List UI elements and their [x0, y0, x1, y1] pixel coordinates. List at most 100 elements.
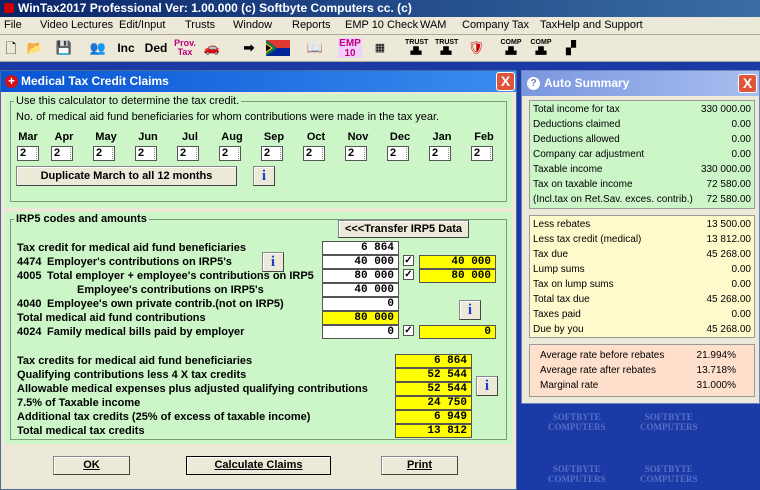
- calculate-claims-button[interactable]: Calculate Claims: [186, 456, 331, 475]
- checkbox-4005[interactable]: ✓: [403, 269, 414, 280]
- auto-summary-window: ? Auto Summary X Total income for tax 330…: [521, 70, 760, 404]
- info-button-4474[interactable]: i: [262, 252, 284, 272]
- menu-video-lectures[interactable]: Video Lectures: [40, 19, 113, 31]
- summary-label: Less tax credit (medical): [533, 234, 642, 245]
- open-folder-icon[interactable]: 📂: [25, 38, 45, 58]
- summary-rates-section: Average rate before rebates 21.994% Avera…: [529, 344, 755, 397]
- field-4474[interactable]: 40 000: [322, 255, 399, 269]
- summary-title-bar: ? Auto Summary: [522, 71, 759, 96]
- result-value-6: 13 812: [395, 424, 472, 438]
- total-contrib-label: Total medical aid fund contributions: [17, 312, 206, 324]
- medical-window-title: Medical Tax Credit Claims: [21, 74, 169, 88]
- trust-button-2[interactable]: TRUST ▟▙: [435, 38, 458, 58]
- save-icon[interactable]: 💾: [55, 38, 73, 58]
- info-button-months[interactable]: i: [253, 166, 275, 186]
- label-4040: Employee's own private contrib.(not on I…: [47, 298, 284, 310]
- month-select-feb[interactable]: 2: [471, 146, 493, 161]
- menu-emp10-check[interactable]: EMP 10 Check: [345, 19, 418, 31]
- month-value: 2: [432, 147, 439, 159]
- comp-button-1[interactable]: COMP ▟▙: [500, 38, 522, 58]
- duplicate-march-button[interactable]: Duplicate March to all 12 months: [16, 166, 237, 186]
- month-label-may: May: [95, 131, 117, 143]
- credit-field[interactable]: 6 864: [322, 241, 399, 255]
- info-button-results[interactable]: i: [476, 376, 498, 396]
- month-value: 2: [306, 147, 313, 159]
- summary-income-section: Total income for tax 330 000.00 Deduction…: [529, 100, 755, 209]
- month-select-jun[interactable]: 2: [135, 146, 157, 161]
- month-select-jan[interactable]: 2: [429, 146, 451, 161]
- field-4040[interactable]: 0: [322, 297, 399, 311]
- month-label-mar: Mar: [18, 131, 38, 143]
- new-file-icon[interactable]: 🗋: [3, 38, 19, 58]
- menu-taxhelp[interactable]: TaxHelp and Support: [540, 19, 643, 31]
- menu-edit-input[interactable]: Edit/Input: [119, 19, 165, 31]
- summary-row: Due by you 45 268.00: [533, 323, 751, 337]
- month-select-nov[interactable]: 2: [345, 146, 367, 161]
- deductions-button[interactable]: Ded: [143, 38, 169, 58]
- menu-window[interactable]: Window: [233, 19, 272, 31]
- result-label-5: Additional tax credits (25% of excess of…: [17, 411, 311, 423]
- menu-company-tax[interactable]: Company Tax: [462, 19, 529, 31]
- calculator-icon[interactable]: ▦: [370, 38, 390, 58]
- month-value: 2: [180, 147, 187, 159]
- summary-label: Due by you: [533, 324, 584, 335]
- ok-button[interactable]: OK: [53, 456, 130, 475]
- menu-reports[interactable]: Reports: [292, 19, 331, 31]
- medical-close-button[interactable]: X: [496, 72, 515, 91]
- people-icon[interactable]: 👥: [88, 38, 108, 58]
- emp10-button[interactable]: EMP 10: [338, 38, 362, 59]
- month-label-oct: Oct: [306, 131, 326, 143]
- trust-button-1[interactable]: TRUST ▟▙: [405, 38, 428, 58]
- month-select-dec[interactable]: 2: [387, 146, 409, 161]
- summary-value: 0.00: [731, 119, 751, 130]
- summary-value: 45 268.00: [706, 324, 752, 335]
- field-4024[interactable]: 0: [322, 325, 399, 339]
- month-select-apr[interactable]: 2: [51, 146, 73, 161]
- shield-icon[interactable]: 🛡: [466, 38, 486, 58]
- summary-row: Deductions claimed 0.00: [533, 118, 751, 132]
- sa-flag-icon[interactable]: [266, 38, 290, 58]
- month-select-mar[interactable]: 2: [17, 146, 39, 161]
- summary-close-button[interactable]: X: [738, 74, 757, 93]
- wm-line1: SOFTBYTE: [552, 412, 601, 422]
- checkbox-4024[interactable]: ✓: [403, 325, 414, 336]
- checkbox-4474[interactable]: ✓: [403, 255, 414, 266]
- menu-wam[interactable]: WAM: [420, 19, 446, 31]
- month-select-jul[interactable]: 2: [177, 146, 199, 161]
- result-label-4: 7.5% of Taxable income: [17, 397, 141, 409]
- car-icon[interactable]: 🚗: [201, 38, 223, 58]
- provisional-tax-button[interactable]: Prov. Tax: [174, 38, 196, 58]
- month-select-may[interactable]: 2: [93, 146, 115, 161]
- field-4005[interactable]: 80 000: [322, 269, 399, 283]
- code-4474: 4474: [17, 256, 42, 268]
- comp-button-2[interactable]: COMP ▟▙: [530, 38, 552, 58]
- month-select-aug[interactable]: 2: [219, 146, 241, 161]
- month-select-sep[interactable]: 2: [261, 146, 283, 161]
- summary-value: 72 580.00: [706, 194, 752, 205]
- info-button-4040[interactable]: i: [459, 300, 481, 320]
- summary-bulb-icon: ?: [527, 77, 540, 90]
- income-button[interactable]: Inc: [114, 38, 138, 58]
- summary-value: 31.000%: [696, 380, 736, 391]
- building-icon[interactable]: ▞: [560, 38, 582, 58]
- summary-value: 72 580.00: [706, 179, 752, 190]
- month-label-aug: Aug: [221, 131, 243, 143]
- code-4040: 4040: [17, 298, 42, 310]
- label-4474: Employer's contributions on IRP5's: [47, 256, 232, 268]
- menu-file[interactable]: File: [4, 19, 22, 31]
- book-icon[interactable]: 📖: [304, 38, 326, 58]
- total-contrib-field: 80 000: [322, 311, 399, 325]
- menu-trusts[interactable]: Trusts: [185, 19, 215, 31]
- beneficiaries-panel: Use this calculator to determine the tax…: [5, 94, 512, 208]
- arrow-right-icon[interactable]: ➡: [240, 38, 258, 58]
- yellow-field-4005: 80 000: [419, 269, 496, 283]
- transfer-irp5-button[interactable]: <<<Transfer IRP5 Data: [338, 220, 469, 238]
- month-label-apr: Apr: [54, 131, 74, 143]
- summary-value: 13 812.00: [706, 234, 752, 245]
- month-select-oct[interactable]: 2: [303, 146, 325, 161]
- print-button[interactable]: Print: [381, 456, 458, 475]
- summary-row: Marginal rate 31.000%: [540, 379, 736, 393]
- summary-row: Company car adjustment 0.00: [533, 148, 751, 162]
- summary-label: Less rebates: [533, 219, 591, 230]
- summary-label: Taxable income: [533, 164, 603, 175]
